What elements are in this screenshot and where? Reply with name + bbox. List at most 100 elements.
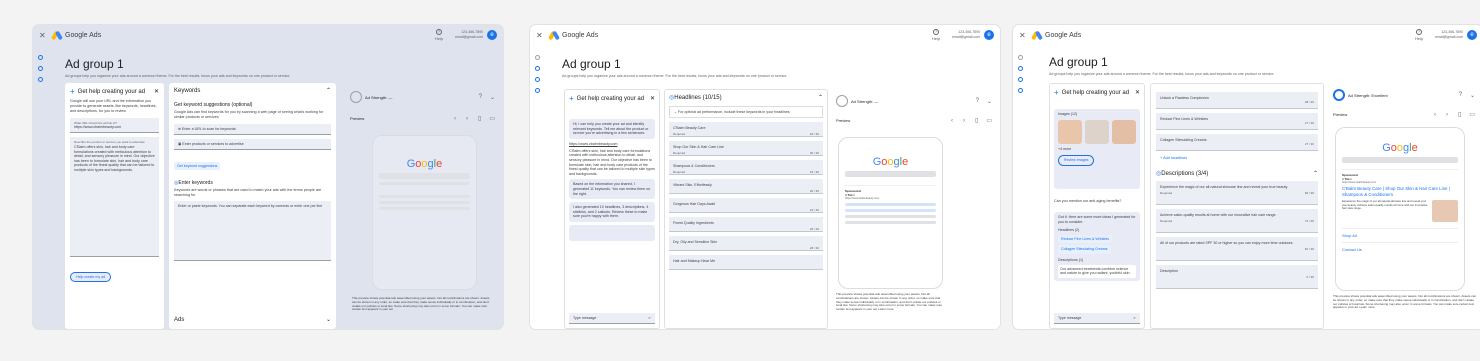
step-icon[interactable] xyxy=(534,55,540,60)
headline-field[interactable]: Hair and Makeup Near Me xyxy=(669,255,823,270)
help-button[interactable]: ? Help xyxy=(932,29,940,41)
chevron-down-icon[interactable]: ⌄ xyxy=(326,316,331,323)
step-icon[interactable] xyxy=(37,55,43,60)
help-button[interactable]: ? Help xyxy=(435,29,443,41)
headline-required: Required xyxy=(673,151,686,155)
headline-char-count: 18 / 30 xyxy=(809,132,819,136)
help-create-button[interactable]: Help create my ad xyxy=(70,272,112,282)
loading-bubble xyxy=(569,224,655,241)
brand-name: Google Ads xyxy=(1045,31,1082,39)
chevron-down-icon[interactable]: ⌄ xyxy=(987,98,992,105)
step-icon[interactable] xyxy=(1017,77,1023,82)
close-icon[interactable]: ✕ xyxy=(1019,31,1029,40)
advertiser-url: https://www.cbalmbeauty.com xyxy=(1342,181,1377,184)
send-icon[interactable]: ➢ xyxy=(1133,316,1136,320)
step-icon[interactable] xyxy=(534,66,540,71)
avatar[interactable]: e xyxy=(984,30,994,40)
step-icon[interactable] xyxy=(534,88,540,93)
keyword-tip[interactable]: ⌄ For optimal ad performance, include th… xyxy=(669,106,823,118)
descriptions-suggestions-label: Descriptions (1) xyxy=(1058,257,1084,262)
help-icon[interactable]: ? xyxy=(976,98,979,104)
chevron-down-icon[interactable]: ⌄ xyxy=(1470,92,1475,99)
help-icon[interactable]: ? xyxy=(1459,92,1462,98)
desktop-icon[interactable]: ▭ xyxy=(986,117,992,124)
close-icon[interactable]: ✕ xyxy=(1135,89,1140,96)
product-image[interactable] xyxy=(1085,119,1109,144)
close-icon[interactable]: ✕ xyxy=(39,31,49,40)
description-field[interactable]: Experience the magic of our all-natural … xyxy=(1156,181,1318,205)
description-field[interactable]: All of our products are rated SPF 30 or … xyxy=(1156,237,1318,261)
keyword-product-input[interactable]: ▣ Enter products or services to advertis… xyxy=(174,139,331,150)
mobile-icon[interactable]: ▯ xyxy=(975,117,978,124)
step-icon[interactable] xyxy=(1017,66,1023,71)
help-icon[interactable]: ? xyxy=(479,94,482,100)
sitelink-contact-us[interactable]: Contact Us xyxy=(1342,242,1458,252)
headline-field[interactable]: C'Balm Beauty Care Required 18 / 30 xyxy=(669,122,823,137)
chevron-left-icon[interactable]: ‹ xyxy=(454,116,456,122)
desktop-icon[interactable]: ▭ xyxy=(1469,111,1475,118)
google-ads-logo-icon xyxy=(548,30,560,40)
preview-disclaimer: This preview shows potential ads assembl… xyxy=(836,293,943,312)
chevron-right-icon[interactable]: › xyxy=(963,118,965,124)
desktop-icon[interactable]: ▭ xyxy=(489,115,495,122)
chevron-up-icon[interactable]: ⌃ xyxy=(326,87,331,94)
close-icon[interactable]: ✕ xyxy=(650,95,655,102)
help-button[interactable]: ? Help xyxy=(1415,29,1423,41)
ad-description: Experience the magic of our all-natural … xyxy=(1342,199,1428,211)
mobile-icon[interactable]: ▯ xyxy=(478,115,481,122)
suggestion-chip[interactable]: Collagen Stimulating Creams xyxy=(1058,245,1111,254)
mobile-icon[interactable]: ▯ xyxy=(1458,111,1461,118)
sitelink-shop-all[interactable]: Shop All xyxy=(1342,228,1458,238)
product-image[interactable] xyxy=(1112,119,1136,144)
step-icon[interactable] xyxy=(534,77,540,82)
step-icon[interactable] xyxy=(37,66,43,71)
headline-field[interactable]: Collagen Stimulating Creams 27 / 30 xyxy=(1156,134,1318,151)
step-icon[interactable] xyxy=(1017,88,1023,93)
product-image[interactable] xyxy=(1058,119,1082,144)
headline-field[interactable]: Shop Our Skin & Hair Care Line Required 30… xyxy=(669,141,823,156)
message-input[interactable]: Type message ➢ xyxy=(1054,313,1140,324)
keywords-textarea[interactable]: Enter or paste keywords. You can separat… xyxy=(174,201,331,261)
google-logo: Google xyxy=(1382,142,1418,154)
keyword-url-input[interactable]: ⊕ Enter a URL to scan for keywords xyxy=(174,124,331,135)
page-subtitle: Ad groups help you organize your ads aro… xyxy=(1049,72,1275,76)
help-panel-title: Get help creating your ad xyxy=(1061,89,1130,96)
get-keyword-suggestions-button[interactable]: Get keyword suggestions xyxy=(174,162,221,170)
add-headlines-link[interactable]: + Add headlines xyxy=(1160,156,1318,160)
headline-field[interactable]: Vibrant Skin, Effortlessly 26 / 30 xyxy=(669,179,823,194)
url-field[interactable]: What URL should the ad link to? https://w… xyxy=(70,118,159,133)
description-meta: 81 / 90 xyxy=(1160,247,1314,251)
chevron-left-icon[interactable]: ‹ xyxy=(951,118,953,124)
headline-meta: Required 23 / 30 xyxy=(673,170,819,174)
chevron-right-icon[interactable]: › xyxy=(466,116,468,122)
close-icon[interactable]: ✕ xyxy=(154,88,159,95)
headline-field[interactable]: Finest Quality Ingredients 26 / 30 xyxy=(669,217,823,232)
description-field[interactable]: Describe the product or service you want… xyxy=(70,137,159,257)
close-icon[interactable]: ✕ xyxy=(536,31,546,40)
chevron-right-icon[interactable]: › xyxy=(1446,112,1448,118)
message-input[interactable]: Type message ➢ xyxy=(569,313,655,324)
step-icon[interactable] xyxy=(37,77,43,82)
chevron-up-icon[interactable]: ⌃ xyxy=(818,94,823,101)
avatar[interactable]: e xyxy=(1467,30,1477,40)
description-field[interactable]: Description 0 / 90 xyxy=(1156,265,1318,289)
ad-headline[interactable]: C'Balm Beauty Care | Shop Our Skin & Hai… xyxy=(1342,186,1458,197)
avatar[interactable]: e xyxy=(487,30,497,40)
help-panel-title: Get help creating your ad xyxy=(77,88,146,95)
step-icon[interactable] xyxy=(1017,55,1023,60)
chevron-up-icon[interactable]: ⌃ xyxy=(1313,170,1318,177)
headline-field[interactable]: Reduce Fine Lines & Wrinkles 27 / 30 xyxy=(1156,113,1318,130)
suggestion-chip[interactable]: Reduce Fine Lines & Wrinkles xyxy=(1058,234,1113,244)
chevron-down-icon[interactable]: ⌄ xyxy=(490,94,495,101)
headline-field[interactable]: Dry, Oily and Sensitive Skin 28 / 30 xyxy=(669,236,823,251)
review-images-button[interactable]: Review images xyxy=(1058,155,1095,166)
chevron-left-icon[interactable]: ‹ xyxy=(1434,112,1436,118)
screenshot-step-2: ✕ Google Ads ? Help 123-456-7890 email@gma… xyxy=(530,25,1000,329)
headline-field[interactable]: Gorgeous Hair Days Await 24 / 30 xyxy=(669,198,823,213)
description-suggestion[interactable]: Our advanced treatments combine science … xyxy=(1058,264,1136,278)
headline-field[interactable]: Shampoos & Conditioners Required 23 / 30 xyxy=(669,160,823,175)
google-ads-logo-icon xyxy=(51,30,63,40)
description-field[interactable]: Achieve salon-quality results at home wi… xyxy=(1156,209,1318,233)
headline-field[interactable]: Unlock a Flawless Complexion 28 / 30 xyxy=(1156,92,1318,109)
send-icon[interactable]: ➢ xyxy=(648,316,651,320)
